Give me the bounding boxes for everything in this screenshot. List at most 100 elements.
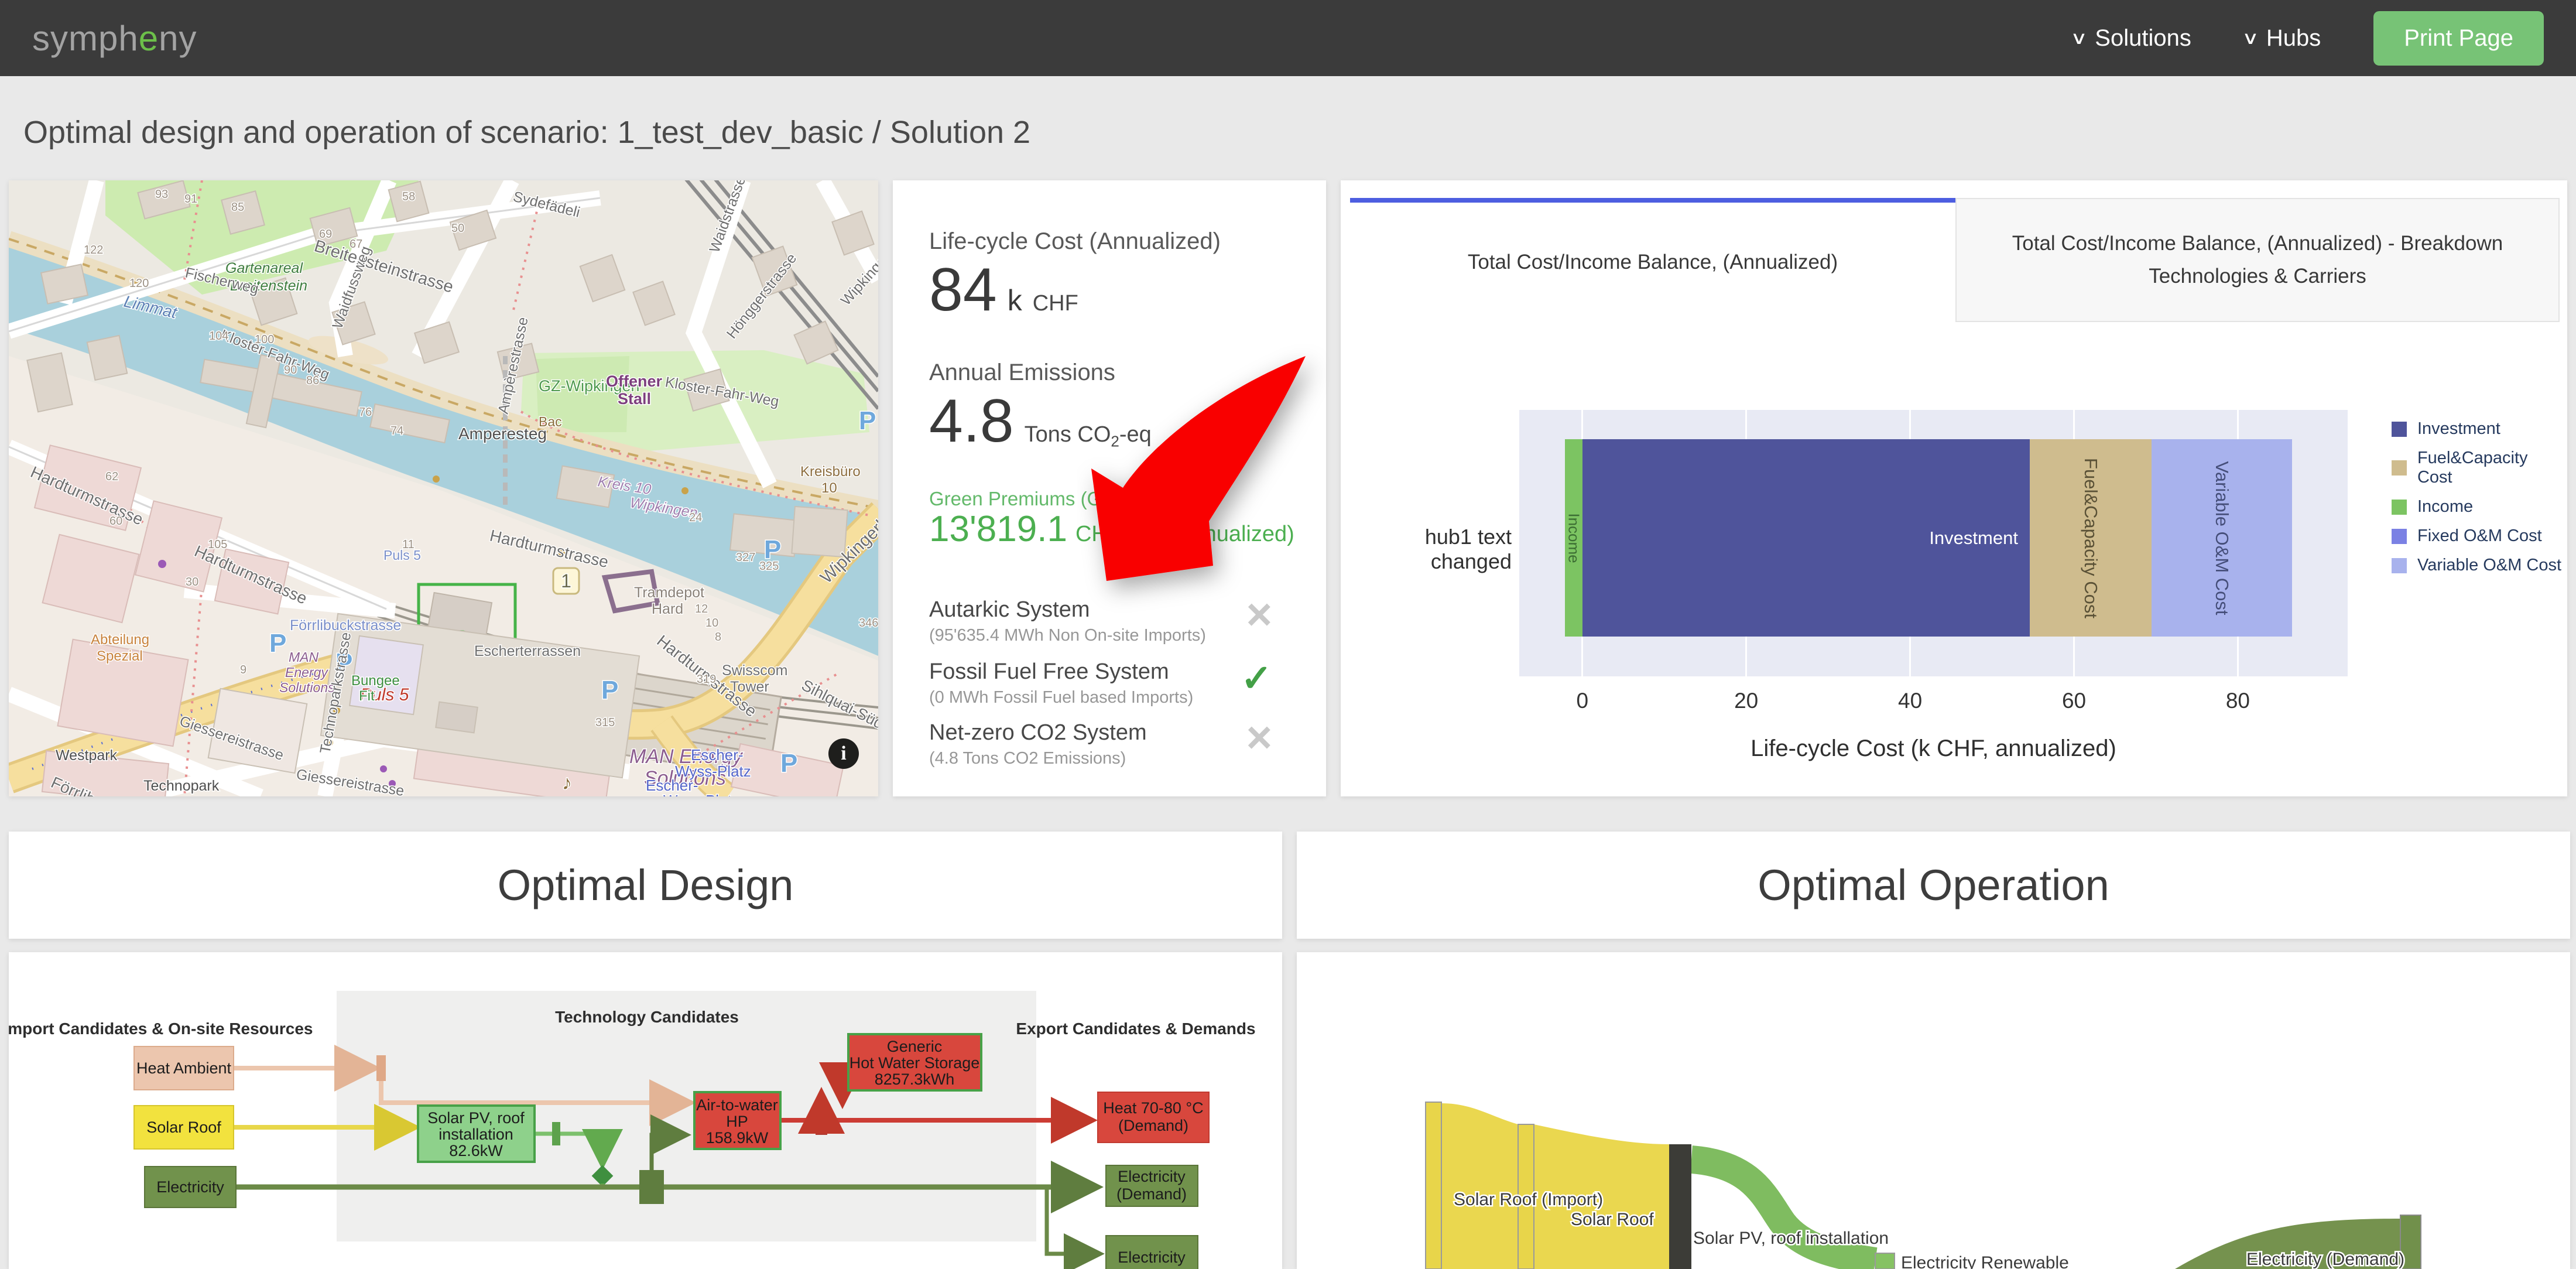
hubs-menu-label: Hubs [2266, 25, 2321, 52]
optimal-operation-sankey: Solar Roof (Import) Solar Roof Solar PV,… [1297, 952, 2570, 1269]
svg-text:Tramdepot: Tramdepot [634, 584, 704, 601]
svg-text:12: 12 [695, 603, 708, 615]
svg-text:122: 122 [84, 244, 103, 256]
sankey-node-electricity-renewable[interactable] [1875, 1253, 1895, 1269]
svg-text:HP: HP [726, 1113, 748, 1130]
sympheny-logo: sympheny [32, 18, 197, 59]
svg-text:120: 120 [129, 277, 149, 290]
svg-text:85: 85 [231, 201, 244, 214]
svg-text:Technopark: Technopark [143, 778, 220, 794]
svg-text:Kreisbüro: Kreisbüro [800, 464, 861, 480]
optimal-operation-title: Optimal Operation [1758, 860, 2109, 910]
svg-text:Energy: Energy [285, 665, 328, 680]
annual-emissions-value-row: 4.8 Tons CO2-eq [929, 386, 1152, 456]
x-tick-label: 20 [1734, 689, 1758, 713]
svg-text:58: 58 [402, 190, 415, 203]
legend-item-variable-o-m-cost[interactable]: Variable O&M Cost [2392, 556, 2567, 575]
svg-text:Gartenareal: Gartenareal [225, 260, 303, 276]
cross-icon: × [1246, 597, 1272, 632]
svg-text:50: 50 [451, 222, 464, 235]
legend-item-fuel-capacity-cost[interactable]: Fuel&Capacity Cost [2392, 449, 2567, 487]
svg-text:60: 60 [109, 515, 122, 528]
lifecycle-cost-label: Life-cycle Cost (Annualized) [929, 228, 1221, 255]
legend-label: Investment [2417, 419, 2500, 439]
svg-text:325: 325 [759, 560, 779, 573]
svg-text:Electricity: Electricity [156, 1178, 224, 1196]
annual-emissions-value: 4.8 [929, 386, 1014, 456]
svg-text:(Demand): (Demand) [1116, 1185, 1187, 1203]
svg-text:Offener: Offener [606, 372, 663, 390]
hubs-menu[interactable]: ∨ Hubs [2244, 25, 2321, 52]
tech-column-header: Technology Candidates [555, 1008, 739, 1026]
optimal-design-diagram: Import Candidates & On-site Resources Te… [9, 952, 1282, 1269]
sankey-node-solar-pv[interactable] [1669, 1144, 1691, 1269]
svg-text:67: 67 [350, 238, 362, 251]
svg-text:Stall: Stall [618, 390, 651, 408]
import-column-header: Import Candidates & On-site Resources [9, 1020, 313, 1038]
optimal-design-header: Optimal Design [9, 832, 1282, 939]
svg-text:P: P [601, 676, 618, 704]
chart-xticks: 0 20 40 60 80 [1519, 689, 2348, 718]
solutions-menu-label: Solutions [2095, 25, 2191, 52]
svg-text:90: 90 [284, 364, 297, 377]
svg-text:Electricity: Electricity [1118, 1168, 1186, 1185]
legend-swatch [2392, 558, 2407, 573]
svg-text:Wyss-Platz: Wyss-Platz [663, 792, 739, 796]
chevron-down-icon: ∨ [2242, 28, 2259, 49]
x-tick-label: 80 [2226, 689, 2250, 713]
svg-text:(Demand): (Demand) [1118, 1117, 1188, 1134]
svg-text:69: 69 [319, 228, 332, 241]
svg-text:9: 9 [240, 663, 246, 676]
svg-text:315: 315 [595, 716, 615, 729]
tab-total-cost-balance[interactable]: Total Cost/Income Balance, (Annualized) [1350, 198, 1955, 322]
legend-item-investment[interactable]: Investment [2392, 419, 2567, 439]
map-attribution-info-icon[interactable]: i [828, 738, 859, 769]
lifecycle-cost-value-row: 84 k CHF [929, 255, 1078, 325]
annual-emissions-label: Annual Emissions [929, 360, 1115, 386]
svg-text:Air-to-water: Air-to-water [696, 1096, 778, 1114]
svg-text:Hard: Hard [652, 601, 683, 617]
page-title: Optimal design and operation of scenario… [23, 114, 1030, 150]
solutions-menu[interactable]: ∨ Solutions [2073, 25, 2191, 52]
chevron-down-icon: ∨ [2070, 28, 2088, 49]
x-tick-label: 0 [1576, 689, 1588, 713]
svg-text:158.9kW: 158.9kW [706, 1129, 769, 1147]
svg-text:74: 74 [390, 425, 403, 437]
x-tick-label: 40 [1898, 689, 1922, 713]
chart-category-label: hub1 text changed [1341, 525, 1512, 574]
print-page-button[interactable]: Print Page [2373, 11, 2544, 66]
legend-swatch [2392, 422, 2407, 437]
svg-text:P: P [780, 749, 797, 778]
svg-text:Amperesteg: Amperesteg [458, 425, 547, 443]
tab-cost-breakdown[interactable]: Total Cost/Income Balance, (Annualized) … [1955, 198, 2560, 322]
sankey-node-solar-import[interactable] [1426, 1102, 1441, 1269]
legend-item-fixed-o-m-cost[interactable]: Fixed O&M Cost [2392, 526, 2567, 546]
green-premium-value-row: 13'819.1 CHF/Ton (Annualized) [929, 508, 1294, 550]
svg-text:104: 104 [209, 330, 228, 343]
svg-text:Förrlibuckstrasse: Förrlibuckstrasse [290, 617, 401, 634]
svg-text:8: 8 [715, 631, 721, 644]
green-premium-label: Green Premiums (GP) [929, 488, 1121, 510]
svg-text:62: 62 [105, 470, 118, 483]
lifecycle-cost-value: 84 [929, 255, 997, 325]
svg-text:24: 24 [689, 511, 702, 524]
cross-icon: × [1246, 720, 1272, 755]
svg-text:93: 93 [155, 188, 168, 201]
svg-text:1: 1 [561, 570, 571, 591]
swisscom-tower-building [436, 702, 477, 733]
optimal-operation-header: Optimal Operation [1297, 832, 2570, 939]
svg-text:10: 10 [821, 480, 837, 496]
legend-item-income[interactable]: Income [2392, 497, 2567, 517]
hub-location-map[interactable]: PPP PPP ♪ 1 Breitensteinstrasse Gartenar… [9, 180, 878, 796]
svg-text:8257.3kWh: 8257.3kWh [875, 1070, 955, 1088]
svg-text:327: 327 [736, 551, 755, 564]
svg-text:91: 91 [184, 193, 197, 206]
bar-segment-variable-o-m-cost: Variable O&M Cost [2152, 439, 2291, 637]
legend-label: Fixed O&M Cost [2417, 526, 2542, 546]
svg-text:346: 346 [859, 617, 878, 630]
svg-text:P: P [269, 629, 286, 658]
svg-text:Escher-: Escher- [691, 746, 744, 764]
flow-solar-import [1441, 1103, 1669, 1269]
x-tick-label: 60 [2062, 689, 2086, 713]
chart-plot: IncomeInvestmentFuel&Capacity CostVariab… [1519, 410, 2348, 676]
